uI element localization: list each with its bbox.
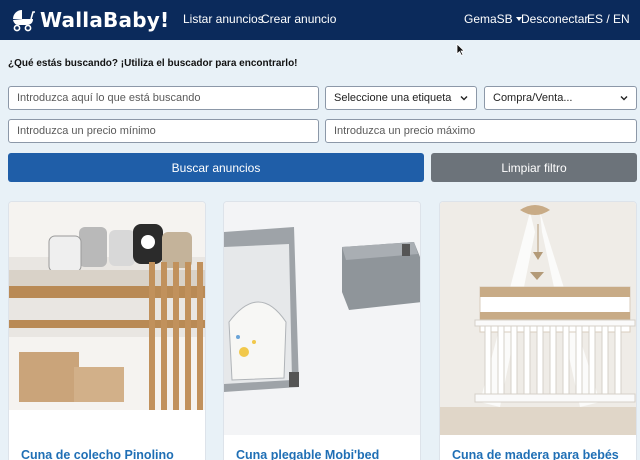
ad-image[interactable] — [440, 202, 636, 435]
max-price-input[interactable] — [325, 119, 637, 143]
nav-logout-link[interactable]: Desconectar — [521, 12, 588, 26]
ad-image[interactable] — [9, 202, 205, 435]
mouse-cursor-icon — [456, 43, 465, 56]
ad-card[interactable]: Cuna de colecho Pinolino — [8, 201, 206, 460]
min-price-input[interactable] — [8, 119, 319, 143]
type-select[interactable]: Compra/Venta... — [484, 86, 637, 110]
user-name: GemaSB — [464, 12, 513, 26]
type-select-value: Compra/Venta... — [493, 92, 573, 104]
tag-select[interactable]: Seleccione una etiqueta — [325, 86, 477, 110]
ad-image[interactable] — [224, 202, 420, 435]
ad-title[interactable]: Cuna plegable Mobi'bed — [236, 448, 379, 460]
ad-title[interactable]: Cuna de colecho Pinolino — [21, 448, 174, 460]
nav-user-menu[interactable]: GemaSB — [464, 12, 522, 26]
ad-card[interactable]: Cuna de madera para bebés — [439, 201, 637, 460]
nav-list-ads-link[interactable]: Listar anuncios — [183, 12, 264, 26]
search-ads-button[interactable]: Buscar anuncios — [8, 153, 424, 182]
navbar: WallaBaby! Listar anuncios Crear anuncio… — [0, 0, 640, 40]
brand-name: WallaBaby! — [40, 8, 170, 32]
chevron-down-icon — [460, 96, 468, 101]
ad-card[interactable]: Cuna plegable Mobi'bed — [223, 201, 421, 460]
nav-create-ad-link[interactable]: Crear anuncio — [261, 12, 336, 26]
brand-logo-link[interactable]: WallaBaby! — [10, 0, 169, 40]
search-heading: ¿Qué estás buscando? ¡Utiliza el buscado… — [8, 58, 298, 69]
nav-language-switch[interactable]: ES / EN — [587, 12, 630, 26]
baby-stroller-icon — [13, 10, 35, 32]
ad-title[interactable]: Cuna de madera para bebés — [452, 448, 619, 460]
tag-select-value: Seleccione una etiqueta — [334, 92, 452, 104]
chevron-down-icon — [620, 96, 628, 101]
clear-filter-button[interactable]: Limpiar filtro — [431, 153, 637, 182]
search-query-input[interactable] — [8, 86, 319, 110]
